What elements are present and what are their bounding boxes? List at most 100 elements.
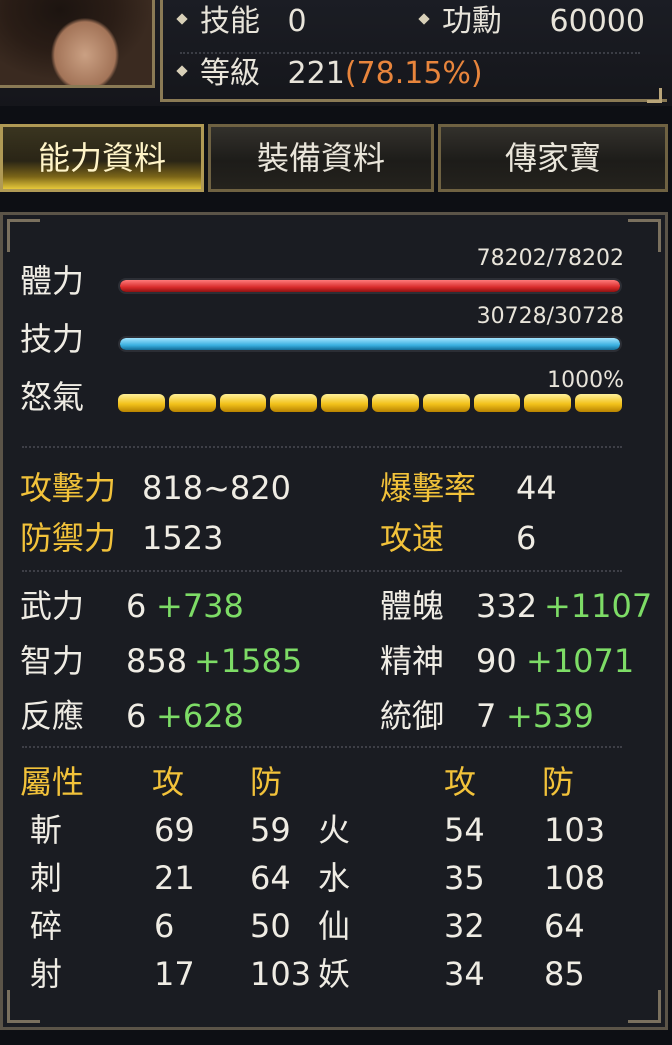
element-def: 103 (250, 955, 312, 993)
rage-segment (118, 394, 165, 412)
tab-label: 能力資料 (37, 139, 166, 177)
attr-base-command: 7 (476, 697, 497, 735)
element-atk: 35 (444, 859, 485, 897)
attr-bonus-intellect: +1585 (194, 642, 303, 680)
diamond-bullet-icon (176, 12, 188, 25)
element-atk: 54 (444, 811, 485, 849)
rage-segment (524, 394, 572, 412)
attr-bonus-force: +738 (156, 587, 244, 625)
attr-bonus-physique: +1107 (544, 587, 653, 625)
element-name: 斬 (30, 811, 63, 849)
element-atk: 32 (444, 907, 485, 945)
skill-label: 技能 (200, 4, 260, 39)
mp-bar (118, 336, 622, 352)
corner-ornament-icon (7, 990, 40, 1023)
attack-value: 818~820 (142, 469, 291, 507)
element-atk: 34 (444, 955, 485, 993)
attr-label-reflex: 反應 (20, 697, 85, 735)
rage-segment (168, 394, 216, 412)
attr-bonus-spirit: +1071 (526, 642, 635, 680)
attr-label-command: 統御 (380, 697, 445, 735)
hp-label: 體力 (20, 262, 85, 300)
skill-value: 0 (287, 4, 307, 39)
level-label: 等級 (200, 56, 260, 91)
element-def: 103 (544, 811, 606, 849)
tab-heirloom[interactable]: 傳家寶 (438, 124, 668, 192)
level-stat: 等級 221(78.15%) (176, 56, 483, 92)
element-def: 64 (544, 907, 585, 945)
tab-ability[interactable]: 能力資料 (0, 124, 204, 192)
element-header-title: 屬性 (20, 763, 85, 801)
defense-value: 1523 (142, 519, 224, 557)
element-header-def2: 防 (542, 763, 575, 801)
corner-ornament-icon (628, 990, 661, 1023)
level-percent: (78.15%) (344, 56, 483, 91)
hp-value: 78202/78202 (476, 246, 624, 271)
attr-base-reflex: 6 (126, 697, 147, 735)
skill-stat: 技能 0 (176, 4, 307, 40)
speed-value: 6 (516, 519, 537, 557)
attr-label-force: 武力 (20, 587, 85, 625)
corner-ornament-icon (628, 219, 661, 252)
element-atk: 69 (154, 811, 195, 849)
attr-label-spirit: 精神 (380, 642, 445, 680)
divider (22, 746, 622, 748)
corner-ornament-icon (7, 219, 40, 252)
character-header: 技能 0 功勳 60000 等級 221(78.15%) (0, 0, 672, 106)
divider (22, 570, 622, 572)
header-divider (180, 52, 640, 54)
element-name: 刺 (30, 859, 63, 897)
rage-segment (219, 394, 267, 412)
attr-label-physique: 體魄 (380, 587, 445, 625)
diamond-bullet-icon (418, 12, 430, 25)
crit-label: 爆擊率 (380, 469, 477, 507)
tab-label: 傳家寶 (504, 139, 601, 177)
crit-value: 44 (516, 469, 557, 507)
merit-value: 60000 (549, 4, 645, 39)
element-atk: 21 (154, 859, 195, 897)
attr-base-spirit: 90 (476, 642, 517, 680)
rage-segment (575, 394, 622, 412)
rage-segment (371, 394, 419, 412)
rage-segment (422, 394, 470, 412)
element-def: 85 (544, 955, 585, 993)
level-value: 221 (287, 56, 345, 91)
element-name: 仙 (318, 907, 351, 945)
attr-base-physique: 332 (476, 587, 538, 625)
divider (22, 446, 622, 448)
element-name: 碎 (30, 907, 63, 945)
mp-bar-fill (120, 338, 620, 350)
element-atk: 17 (154, 955, 195, 993)
rage-segment (321, 394, 368, 412)
rage-label: 怒氣 (20, 378, 85, 416)
merit-stat: 功勳 60000 (418, 4, 645, 40)
rage-bar (118, 394, 622, 412)
element-atk: 6 (154, 907, 175, 945)
diamond-bullet-icon (176, 64, 188, 77)
rage-value: 1000% (547, 368, 624, 393)
element-def: 59 (250, 811, 291, 849)
element-header-def: 防 (250, 763, 283, 801)
hp-bar-fill (120, 280, 620, 292)
rage-segment (270, 394, 318, 412)
element-header-atk2: 攻 (444, 763, 477, 801)
rage-segment (473, 394, 521, 412)
element-name: 射 (30, 955, 63, 993)
attack-label: 攻擊力 (20, 469, 117, 507)
attr-bonus-reflex: +628 (156, 697, 244, 735)
character-portrait[interactable] (0, 0, 155, 88)
element-name: 水 (318, 859, 351, 897)
element-def: 64 (250, 859, 291, 897)
mp-value: 30728/30728 (476, 304, 624, 329)
attr-bonus-command: +539 (506, 697, 594, 735)
element-def: 50 (250, 907, 291, 945)
speed-label: 攻速 (380, 519, 445, 557)
merit-label: 功勳 (442, 4, 502, 39)
element-name: 妖 (318, 955, 351, 993)
corner-ornament-icon (647, 88, 662, 103)
element-def: 108 (544, 859, 606, 897)
tab-equipment[interactable]: 裝備資料 (208, 124, 434, 192)
mp-label: 技力 (20, 320, 85, 358)
attr-base-force: 6 (126, 587, 147, 625)
hp-bar (118, 278, 622, 294)
